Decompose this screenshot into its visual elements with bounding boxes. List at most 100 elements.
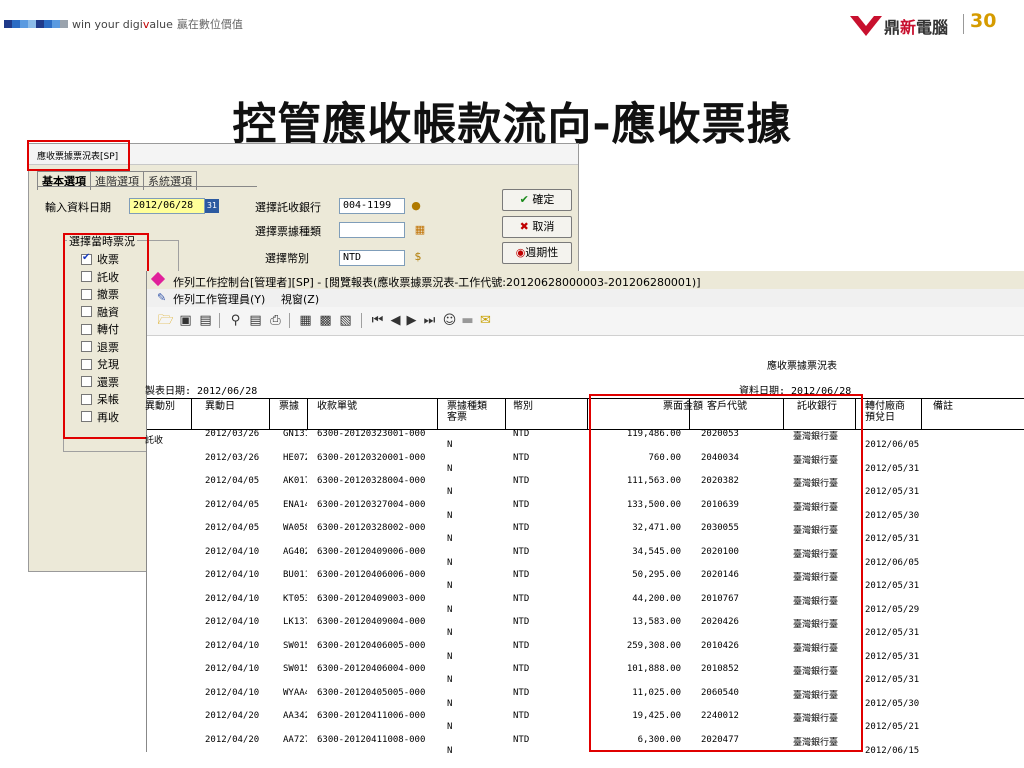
col-receipt-no: 收款單號 bbox=[317, 401, 357, 412]
brand-square bbox=[60, 20, 68, 28]
currency-icon[interactable]: $ bbox=[411, 250, 425, 264]
cell-due-date: 2012/05/31 bbox=[865, 534, 920, 544]
delete-icon[interactable]: ▤ bbox=[197, 312, 214, 329]
bill-type-field[interactable] bbox=[339, 222, 405, 238]
tab-advanced[interactable]: 進階選項 bbox=[90, 171, 144, 190]
tab-system[interactable]: 系統選項 bbox=[143, 171, 197, 190]
cell-bill: HE072 bbox=[283, 452, 307, 463]
company-name-3: 電腦 bbox=[916, 18, 949, 37]
col-bill-type-1: 票據種類 bbox=[447, 401, 487, 412]
cell-bill: KT053 bbox=[283, 593, 307, 604]
cell-due-date: 2012/06/15 bbox=[865, 745, 920, 756]
col-divider bbox=[307, 399, 308, 429]
bank-field[interactable]: 004-1199 bbox=[339, 198, 405, 214]
currency-label: 選擇幣別 bbox=[265, 252, 309, 265]
cell-date: 2012/04/10 bbox=[205, 617, 260, 627]
menu-window[interactable]: 視窗(Z) bbox=[281, 291, 319, 307]
search-icon[interactable]: ⚲ bbox=[227, 312, 244, 329]
first-page-icon[interactable]: ⏮ bbox=[369, 312, 386, 329]
brand-square bbox=[36, 20, 44, 28]
mail-icon[interactable]: ✉ bbox=[477, 312, 494, 329]
brand-square bbox=[44, 20, 52, 28]
cell-date: 2012/04/10 bbox=[205, 593, 260, 604]
brand-square bbox=[4, 20, 12, 28]
prev-page-icon[interactable]: ◀ bbox=[387, 312, 404, 329]
cell-receipt: 6300-20120406004-000 bbox=[317, 664, 426, 674]
cell-receipt: 6300-20120320001-000 bbox=[317, 452, 426, 463]
ok-button[interactable]: ✔ 確定 bbox=[502, 189, 572, 211]
cell-type: N bbox=[447, 745, 453, 756]
cell-currency: NTD bbox=[513, 734, 530, 745]
currency-field[interactable]: NTD bbox=[339, 250, 405, 266]
cell-date: 2012/04/20 bbox=[205, 734, 260, 745]
report-header-row: 異動別 異動日 票據 收款單號 票據種類 客票 幣別 票面金額 客戶代號 託收銀行… bbox=[145, 398, 1024, 430]
cross-icon: ✖ bbox=[519, 220, 529, 233]
cell-date: 2012/04/10 bbox=[205, 687, 260, 698]
ok-label: 確定 bbox=[532, 193, 555, 206]
open-folder-icon[interactable]: 🗁 bbox=[157, 312, 174, 329]
preview-icon[interactable]: ▤ bbox=[247, 312, 264, 329]
toolbar-separator bbox=[289, 313, 290, 328]
export-icon[interactable]: ▦ bbox=[297, 312, 314, 329]
money-bag-icon[interactable]: ● bbox=[409, 199, 423, 213]
cell-date: 2012/03/26 bbox=[205, 429, 260, 439]
made-date: 製表日期: 2012/06/28 bbox=[145, 386, 258, 397]
cell-type: N bbox=[447, 463, 453, 474]
cell-date: 2012/04/05 bbox=[205, 499, 260, 510]
cell-date: 2012/04/20 bbox=[205, 711, 260, 721]
cell-bill: WYAA4 bbox=[283, 687, 307, 698]
save-icon[interactable]: ▣ bbox=[177, 312, 194, 329]
cell-bill: SW015 bbox=[283, 640, 307, 651]
cell-date: 2012/04/10 bbox=[205, 640, 260, 651]
report-title: 應收票據票況表 bbox=[767, 361, 837, 372]
cancel-label: 取消 bbox=[532, 220, 555, 233]
cell-due-date: 2012/05/31 bbox=[865, 651, 920, 662]
print-icon[interactable]: ⎙ bbox=[267, 312, 284, 329]
export-excel-icon[interactable]: ▩ bbox=[317, 312, 334, 329]
cancel-button[interactable]: ✖ 取消 bbox=[502, 216, 572, 238]
calendar-icon[interactable]: 31 bbox=[205, 199, 219, 213]
next-page-icon[interactable]: ▶ bbox=[403, 312, 420, 329]
company-name-2: 新 bbox=[900, 18, 917, 37]
company-name-1: 鼎 bbox=[884, 18, 901, 37]
cell-date: 2012/04/05 bbox=[205, 476, 260, 486]
period-button[interactable]: ◉週期性 bbox=[502, 242, 572, 264]
cell-currency: NTD bbox=[513, 499, 530, 510]
cell-receipt: 6300-20120409004-000 bbox=[317, 617, 426, 627]
export-word-icon[interactable]: ▧ bbox=[337, 312, 354, 329]
tab-basic[interactable]: 基本選項 bbox=[37, 171, 91, 190]
cell-receipt: 6300-20120409006-000 bbox=[317, 546, 426, 557]
input-date-field[interactable]: 2012/06/28 bbox=[129, 198, 205, 214]
find-person-icon[interactable]: ☺ bbox=[441, 312, 458, 329]
cell-receipt: 6300-20120405005-000 bbox=[317, 687, 426, 698]
cell-receipt: 6300-20120411006-000 bbox=[317, 711, 426, 721]
cell-type: N bbox=[447, 698, 453, 709]
col-currency: 幣別 bbox=[513, 401, 533, 412]
cell-currency: NTD bbox=[513, 687, 530, 698]
cell-due-date: 2012/05/30 bbox=[865, 510, 920, 521]
cell-currency: NTD bbox=[513, 476, 530, 486]
cell-due-date: 2012/05/31 bbox=[865, 675, 920, 685]
cell-due-date: 2012/06/05 bbox=[865, 440, 920, 450]
cell-bill: WA058 bbox=[283, 523, 307, 533]
cell-type: N bbox=[447, 510, 453, 521]
tagline-zh: 贏在數位價值 bbox=[176, 18, 243, 31]
cell-type: N bbox=[447, 557, 453, 568]
cell-receipt: 6300-20120328002-000 bbox=[317, 523, 426, 533]
col-divider bbox=[191, 399, 192, 429]
lookup-icon[interactable]: ▦ bbox=[413, 223, 427, 237]
last-page-icon[interactable]: ⏭ bbox=[421, 312, 438, 329]
cell-type: N bbox=[447, 581, 453, 591]
cell-type: N bbox=[447, 722, 453, 732]
input-date-label: 輸入資料日期 bbox=[45, 201, 111, 214]
slide-header: win your digivalue 贏在數位價值 鼎新電腦 30 bbox=[0, 0, 1024, 58]
cell-receipt: 6300-20120409003-000 bbox=[317, 593, 426, 604]
divider-icon[interactable]: ▬ bbox=[459, 312, 476, 329]
col-bill-type: 票據種類 客票 bbox=[447, 401, 487, 423]
menu-job-admin[interactable]: 作列工作管理員(Y) bbox=[173, 291, 265, 307]
pen-icon: ✎ bbox=[157, 291, 167, 304]
bill-type-label: 選擇票據種類 bbox=[255, 225, 321, 238]
cell-due-date: 2012/05/31 bbox=[865, 581, 920, 591]
cell-due-date: 2012/05/21 bbox=[865, 722, 920, 732]
brand-square bbox=[52, 20, 60, 28]
